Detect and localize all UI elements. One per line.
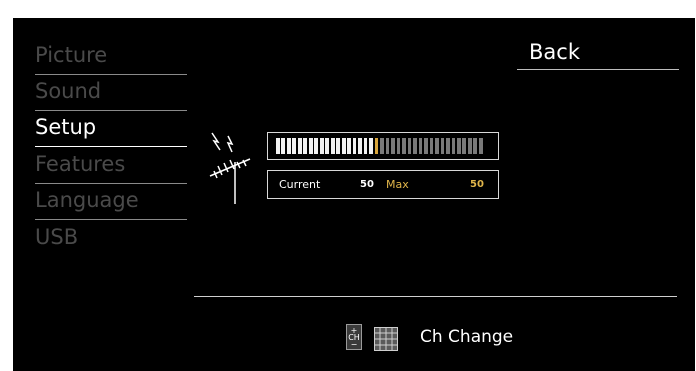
menu-item-label: Language [35, 188, 139, 212]
signal-bar [303, 138, 308, 154]
signal-bar [380, 138, 384, 154]
signal-bar [418, 138, 423, 154]
menu-item-label: Sound [35, 79, 102, 103]
signal-bar [319, 138, 324, 154]
menu-item-language[interactable]: Language [35, 184, 187, 220]
signal-bar [358, 138, 362, 154]
signal-bar [369, 138, 373, 154]
number-keypad-icon [374, 327, 398, 351]
signal-bar [297, 138, 302, 154]
menu-item-picture[interactable]: Picture [35, 39, 187, 75]
signal-bar [352, 138, 357, 154]
signal-bar [473, 138, 478, 154]
signal-bar [396, 138, 401, 154]
signal-bar [314, 138, 319, 154]
signal-bar [347, 138, 351, 154]
signal-bars [276, 138, 490, 154]
signal-bar [451, 138, 456, 154]
current-label: Current [279, 178, 321, 191]
signal-info-box: Current 50 Max 50 [267, 170, 499, 199]
signal-strength-meter [267, 132, 499, 160]
signal-bar [429, 138, 434, 154]
signal-bar [462, 138, 467, 154]
back-button[interactable]: Back [517, 38, 679, 70]
signal-bar [446, 138, 450, 154]
menu-item-usb[interactable]: USB [35, 221, 187, 257]
current-value: 50 [360, 179, 374, 190]
menu-item-sound[interactable]: Sound [35, 75, 187, 111]
signal-bar [308, 138, 313, 154]
signal-bar [440, 138, 445, 154]
ch-button-icon: + CH − [346, 324, 362, 350]
signal-bar [402, 138, 406, 154]
signal-bar [336, 138, 341, 154]
signal-bar [276, 138, 280, 154]
signal-bar [435, 138, 439, 154]
max-label: Max [386, 178, 409, 191]
signal-bar [391, 138, 395, 154]
signal-bar [363, 138, 368, 154]
signal-bar [341, 138, 346, 154]
signal-bar [281, 138, 286, 154]
signal-bar [286, 138, 291, 154]
signal-bar [407, 138, 412, 154]
signal-bar [374, 138, 379, 154]
menu-item-label: Setup [35, 115, 97, 139]
footer-divider [194, 296, 677, 297]
tv-screen: Picture Sound Setup Features Language US… [13, 18, 695, 371]
signal-bar [413, 138, 417, 154]
menu-item-label: USB [35, 225, 79, 249]
menu-item-label: Picture [35, 43, 108, 67]
signal-bar [292, 138, 297, 154]
signal-bar [467, 138, 472, 154]
ch-change-label: Ch Change [420, 327, 514, 347]
menu-item-label: Features [35, 152, 126, 176]
signal-bar [325, 138, 330, 154]
signal-bar [330, 138, 335, 154]
max-value: 50 [470, 179, 484, 190]
menu-item-setup[interactable]: Setup [35, 111, 187, 147]
signal-bar [424, 138, 428, 154]
antenna-icon [209, 132, 251, 204]
signal-bar [478, 138, 483, 154]
menu-item-features[interactable]: Features [35, 148, 187, 184]
signal-bar [385, 138, 390, 154]
back-label: Back [529, 40, 580, 64]
signal-bar [456, 138, 461, 154]
